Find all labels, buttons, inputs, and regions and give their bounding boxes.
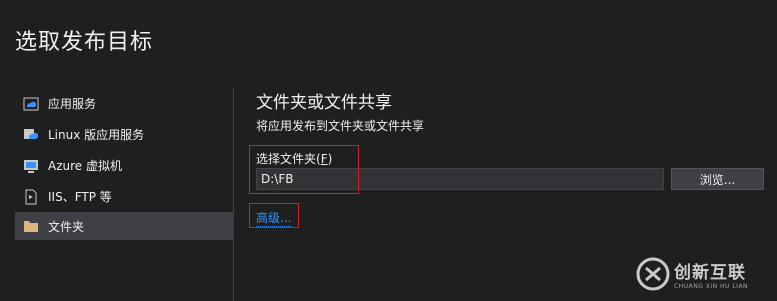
watermark-logo-icon <box>636 257 670 291</box>
sidebar-item-linux-app-service[interactable]: Linux 版应用服务 <box>15 119 233 150</box>
highlight-box-advanced <box>249 203 299 228</box>
linux-app-service-icon <box>22 126 40 144</box>
panel-divider <box>233 88 234 301</box>
dialog-title: 选取发布目标 <box>15 30 154 55</box>
sidebar-item-azure-vm[interactable]: Azure 虚拟机 <box>15 150 233 181</box>
cloud-app-service-icon <box>22 95 40 113</box>
sidebar-item-label: Azure 虚拟机 <box>48 159 122 173</box>
watermark: 创新互联 CHUANG XIN HU LIAN <box>636 254 777 294</box>
sidebar-item-label: 应用服务 <box>48 97 97 111</box>
section-heading: 文件夹或文件共享 <box>256 93 392 113</box>
browse-button[interactable]: 浏览... <box>671 168 764 190</box>
sidebar-item-app-service[interactable]: 应用服务 <box>15 88 233 119</box>
folder-panel: 文件夹或文件共享 将应用发布到文件夹或文件共享 <box>256 88 771 134</box>
watermark-en: CHUANG XIN HU LIAN <box>674 283 749 290</box>
iis-ftp-icon <box>22 188 40 206</box>
highlight-box-folder <box>249 145 359 194</box>
sidebar-item-label: Linux 版应用服务 <box>48 128 145 142</box>
virtual-machine-icon <box>22 157 40 175</box>
watermark-text: 创新互联 CHUANG XIN HU LIAN <box>674 258 748 290</box>
publish-target-list: 应用服务 Linux 版应用服务 Azure 虚拟机 IIS、FTP 等 文件夹 <box>15 88 233 240</box>
watermark-cn: 创新互联 <box>674 263 746 283</box>
sidebar-item-label: IIS、FTP 等 <box>48 190 112 204</box>
folder-icon <box>22 217 40 235</box>
sidebar-item-folder[interactable]: 文件夹 <box>15 212 233 240</box>
section-description: 将应用发布到文件夹或文件共享 <box>256 119 425 133</box>
sidebar-item-label: 文件夹 <box>48 219 85 234</box>
sidebar-item-iis-ftp[interactable]: IIS、FTP 等 <box>15 181 233 212</box>
